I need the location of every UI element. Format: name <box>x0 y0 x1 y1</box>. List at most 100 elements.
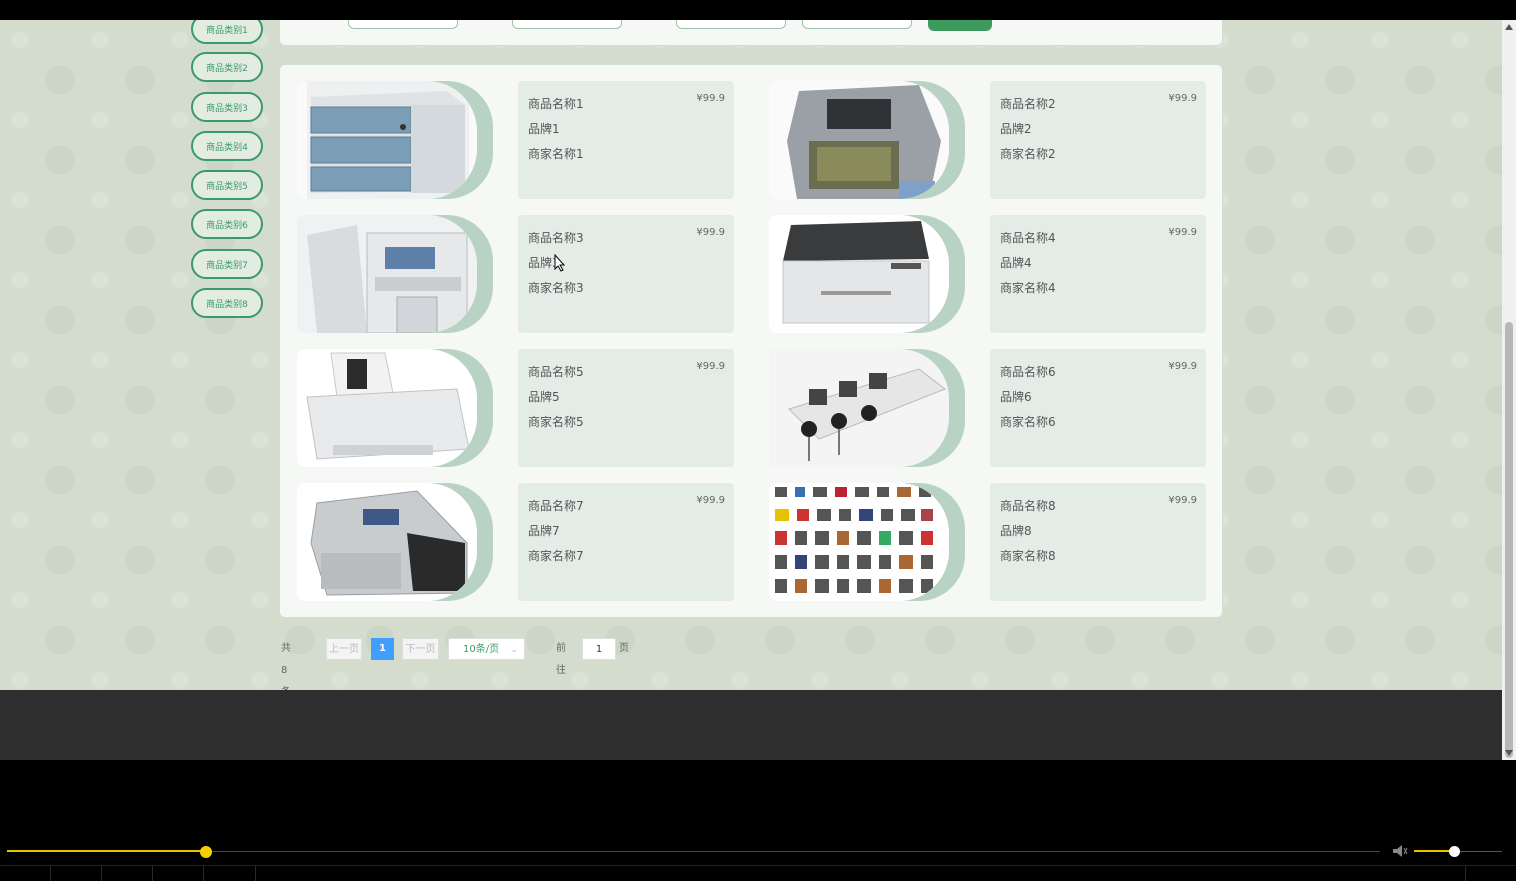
product-image-3[interactable] <box>297 215 493 333</box>
product-image-5[interactable] <box>297 349 493 467</box>
player-bottom-bar <box>0 865 1516 881</box>
category-button-5[interactable]: 商品类别5 <box>191 170 263 200</box>
pagination-total: 共 8 条 <box>281 643 291 698</box>
player-segment <box>1464 866 1466 881</box>
product-price: ¥99.9 <box>696 495 725 506</box>
product-name[interactable]: 商品名称7 <box>528 497 584 514</box>
progress-fill <box>7 850 207 852</box>
product-name[interactable]: 商品名称1 <box>528 95 584 112</box>
product-info-1[interactable]: 商品名称1 品牌1 商家名称1 ¥99.9 <box>518 81 734 199</box>
file-cabinet-icon <box>307 81 469 199</box>
page-footer <box>0 690 1502 760</box>
office-desks-icon <box>769 349 949 467</box>
product-name[interactable]: 商品名称6 <box>1000 363 1056 380</box>
product-merchant: 商家名称1 <box>528 147 584 161</box>
product-brand: 品牌7 <box>528 524 560 538</box>
product-name[interactable]: 商品名称4 <box>1000 229 1056 246</box>
product-info-6[interactable]: 商品名称6 品牌6 商家名称6 ¥99.9 <box>990 349 1206 467</box>
product-brand: 品牌1 <box>528 122 560 136</box>
search-field-1[interactable] <box>348 20 458 29</box>
product-brand: 品牌8 <box>1000 524 1032 538</box>
product-name[interactable]: 商品名称2 <box>1000 95 1056 112</box>
product-image-6[interactable] <box>769 349 965 467</box>
product-image-1[interactable] <box>297 81 493 199</box>
page-number-1[interactable]: 1 <box>371 638 394 660</box>
category-button-3[interactable]: 商品类别3 <box>191 92 263 122</box>
product-image-8[interactable] <box>769 483 965 601</box>
mouse-cursor-icon <box>554 254 566 272</box>
page-size-select[interactable]: 10条/页 ⌄ <box>448 638 525 660</box>
product-merchant: 商家名称5 <box>528 415 584 429</box>
video-player-controls <box>0 838 1516 881</box>
product-price: ¥99.9 <box>1168 93 1197 104</box>
product-brand: 品牌5 <box>528 390 560 404</box>
search-field-4[interactable] <box>802 20 912 29</box>
product-merchant: 商家名称8 <box>1000 549 1056 563</box>
product-price: ¥99.9 <box>696 227 725 238</box>
copier-icon <box>297 215 477 333</box>
product-info-8[interactable]: 商品名称8 品牌8 商家名称8 ¥99.9 <box>990 483 1206 601</box>
search-field-3[interactable] <box>676 20 786 29</box>
product-image-4[interactable] <box>769 215 965 333</box>
volume-fill <box>1414 850 1454 852</box>
search-field-2[interactable] <box>512 20 622 29</box>
product-price: ¥99.9 <box>696 93 725 104</box>
search-panel <box>279 20 1223 46</box>
product-list-panel: 商品名称1 品牌1 商家名称1 ¥99.9 商品名称2 品牌2 商家名称2 ¥9… <box>279 64 1223 618</box>
scroll-up-icon[interactable] <box>1505 24 1513 30</box>
category-button-4[interactable]: 商品类别4 <box>191 131 263 161</box>
product-brand: 品牌6 <box>1000 390 1032 404</box>
product-merchant: 商家名称2 <box>1000 147 1056 161</box>
product-merchant: 商家名称6 <box>1000 415 1056 429</box>
goto-label: 前往 <box>556 643 566 676</box>
search-button[interactable] <box>928 20 992 31</box>
volume-handle[interactable] <box>1448 846 1460 857</box>
scrollbar-thumb[interactable] <box>1505 322 1513 758</box>
product-name[interactable]: 商品名称5 <box>528 363 584 380</box>
product-merchant: 商家名称7 <box>528 549 584 563</box>
product-merchant: 商家名称3 <box>528 281 584 295</box>
volume-icon[interactable] <box>1392 844 1408 858</box>
progress-bar[interactable] <box>7 846 1380 858</box>
product-info-7[interactable]: 商品名称7 品牌7 商家名称7 ¥99.9 <box>518 483 734 601</box>
laser-printer-icon <box>769 215 949 333</box>
category-button-1[interactable]: 商品类别1 <box>191 20 263 44</box>
product-info-3[interactable]: 商品名称3 品牌3 商家名称3 ¥99.9 <box>518 215 734 333</box>
product-image-7[interactable] <box>297 483 493 601</box>
category-button-7[interactable]: 商品类别7 <box>191 249 263 279</box>
office-supplies-icon <box>769 483 949 601</box>
page-size-value: 10条/页 <box>463 644 500 655</box>
category-button-6[interactable]: 商品类别6 <box>191 209 263 239</box>
prev-page-button[interactable]: 上一页 <box>326 638 362 660</box>
product-brand: 品牌2 <box>1000 122 1032 136</box>
progress-handle[interactable] <box>200 846 213 858</box>
inkjet-printer-icon <box>297 349 477 467</box>
product-price: ¥99.9 <box>1168 227 1197 238</box>
product-price: ¥99.9 <box>696 361 725 372</box>
product-price: ¥99.9 <box>1168 361 1197 372</box>
category-button-2[interactable]: 商品类别2 <box>191 52 263 82</box>
product-name[interactable]: 商品名称3 <box>528 229 584 246</box>
player-segment <box>50 866 102 881</box>
product-name[interactable]: 商品名称8 <box>1000 497 1056 514</box>
player-segment <box>101 866 153 881</box>
product-info-4[interactable]: 商品名称4 品牌4 商家名称4 ¥99.9 <box>990 215 1206 333</box>
product-brand: 品牌4 <box>1000 256 1032 270</box>
player-segment <box>203 866 256 881</box>
product-image-2[interactable] <box>769 81 965 199</box>
scroll-down-icon[interactable] <box>1505 750 1513 756</box>
product-price: ¥99.9 <box>1168 495 1197 506</box>
bill-counter-icon <box>297 483 477 601</box>
vertical-scrollbar[interactable] <box>1502 20 1516 760</box>
volume-slider[interactable] <box>1414 846 1502 857</box>
product-merchant: 商家名称4 <box>1000 281 1056 295</box>
goto-page-input[interactable]: 1 <box>582 638 616 660</box>
page-viewport: 商品类别1 商品类别2 商品类别3 商品类别4 商品类别5 商品类别6 商品类别… <box>0 20 1502 760</box>
page-suffix: 页 <box>619 643 629 654</box>
product-info-2[interactable]: 商品名称2 品牌2 商家名称2 ¥99.9 <box>990 81 1206 199</box>
money-counter-icon <box>769 81 949 199</box>
player-segment <box>152 866 204 881</box>
next-page-button[interactable]: 下一页 <box>402 638 439 660</box>
product-info-5[interactable]: 商品名称5 品牌5 商家名称5 ¥99.9 <box>518 349 734 467</box>
category-button-8[interactable]: 商品类别8 <box>191 288 263 318</box>
